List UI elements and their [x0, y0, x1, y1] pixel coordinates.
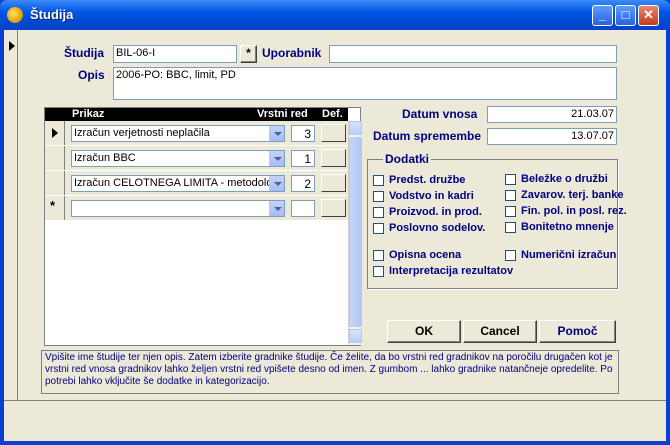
table-row: Izračun verjetnosti neplačila 3: [45, 121, 348, 146]
uporabnik-label: Uporabnik: [262, 46, 322, 60]
def-button[interactable]: [321, 149, 346, 167]
prikaz-value: Izračun CELOTNEGA LIMITA - metodologija: [74, 177, 285, 189]
cancel-button[interactable]: Cancel: [463, 320, 537, 343]
datum-vnosa-input[interactable]: 21.03.07: [487, 106, 617, 123]
prikaz-combo[interactable]: Izračun verjetnosti neplačila: [71, 125, 285, 142]
checkbox-vodstvo[interactable]: [373, 191, 384, 202]
dodatki-title: Dodatki: [383, 152, 432, 166]
checkbox-poslovno[interactable]: [373, 223, 384, 234]
chevron-down-icon[interactable]: [269, 201, 284, 216]
checkbox-label: Beležke o družbi: [521, 173, 608, 185]
dodatki-group: Dodatki Predst. družbe Vodstvo in kadri …: [367, 152, 627, 289]
checkbox-fin-pol[interactable]: [505, 206, 516, 217]
ok-button[interactable]: OK: [387, 320, 461, 343]
checkbox-proizvod[interactable]: [373, 207, 384, 218]
scroll-up-icon[interactable]: [349, 121, 362, 135]
title-bar: Študija _ □ ✕: [0, 0, 670, 30]
vrstni-red-input[interactable]: 2: [291, 175, 315, 192]
prikaz-combo[interactable]: [71, 200, 285, 217]
prikaz-combo[interactable]: Izračun BBC: [71, 150, 285, 167]
datum-spremembe-input[interactable]: 13.07.07: [487, 128, 617, 145]
record-selector[interactable]: [4, 30, 18, 400]
uporabnik-input[interactable]: [329, 45, 617, 63]
checkbox-label: Zavarov. terj. banke: [521, 189, 624, 201]
checkbox-label: Interpretacija rezultatov: [389, 265, 514, 277]
prikaz-value: Izračun BBC: [74, 152, 136, 164]
help-button[interactable]: Pomoč: [539, 320, 616, 343]
window-title: Študija: [30, 7, 74, 22]
checkbox-label: Opisna ocena: [389, 249, 462, 261]
app-icon: [7, 7, 23, 23]
chevron-down-icon[interactable]: [269, 151, 284, 166]
row-selector[interactable]: [45, 146, 65, 170]
datum-spremembe-label: Datum spremembe: [373, 129, 482, 143]
checkbox-label: Proizvod. in prod.: [389, 206, 482, 218]
header-vrstni-red: Vrstni red: [257, 108, 308, 120]
table-row: Izračun BBC 1: [45, 146, 348, 171]
scroll-thumb[interactable]: [349, 137, 362, 327]
checkbox-belezke[interactable]: [505, 174, 516, 185]
checkbox-label: Bonitetno mnenje: [521, 221, 614, 233]
form-client: Študija BIL-06-I * Uporabnik Opis 2006-P…: [4, 30, 666, 441]
studija-new-button[interactable]: *: [240, 45, 257, 63]
scroll-down-icon[interactable]: [349, 329, 362, 343]
checkbox-label: Fin. pol. in posl. rez.: [521, 205, 627, 217]
status-bar: [4, 400, 666, 441]
chevron-down-icon[interactable]: [269, 126, 284, 141]
opis-label: Opis: [78, 68, 105, 82]
table-row-new: *: [45, 196, 348, 221]
chevron-down-icon[interactable]: [269, 176, 284, 191]
checkbox-numericni[interactable]: [505, 250, 516, 261]
instructions-text: Vpišite ime študije ter njen opis. Zatem…: [41, 350, 619, 394]
subform-scrollbar[interactable]: [348, 121, 362, 345]
table-row: Izračun CELOTNEGA LIMITA - metodologija …: [45, 171, 348, 196]
opis-textarea[interactable]: 2006-PO: BBC, limit, PD: [113, 67, 617, 100]
prikaz-value: Izračun verjetnosti neplačila: [74, 127, 210, 139]
checkbox-interpretacija[interactable]: [373, 266, 384, 277]
vrstni-red-input[interactable]: 3: [291, 125, 315, 142]
subform-header: Prikaz Vrstni red Def.: [45, 108, 348, 121]
checkbox-label: Predst. družbe: [389, 174, 466, 186]
new-record-icon: *: [50, 198, 56, 213]
record-pointer-icon: [52, 128, 58, 138]
row-selector[interactable]: *: [45, 196, 65, 220]
checkbox-label: Poslovno sodelov.: [389, 222, 486, 234]
checkbox-predst-druzbe[interactable]: [373, 175, 384, 186]
checkbox-label: Numerični izračun: [521, 249, 617, 261]
window: Študija _ □ ✕ Študija BIL-06-I * Uporabn…: [0, 0, 670, 445]
header-prikaz: Prikaz: [72, 108, 105, 120]
def-button[interactable]: [321, 199, 346, 217]
studija-label: Študija: [64, 46, 105, 60]
checkbox-label: Vodstvo in kadri: [389, 190, 474, 202]
record-pointer-icon: [9, 41, 15, 51]
vrstni-red-input[interactable]: [291, 200, 315, 217]
row-selector[interactable]: [45, 121, 65, 145]
checkbox-opisna-ocena[interactable]: [373, 250, 384, 261]
checkbox-zavarov[interactable]: [505, 190, 516, 201]
gradniki-subform: Prikaz Vrstni red Def. Izračun verjetnos…: [44, 107, 362, 346]
maximize-button[interactable]: □: [615, 5, 636, 26]
studija-input[interactable]: BIL-06-I: [113, 45, 237, 63]
prikaz-combo[interactable]: Izračun CELOTNEGA LIMITA - metodologija: [71, 175, 285, 192]
row-selector[interactable]: [45, 171, 65, 195]
def-button[interactable]: [321, 124, 346, 142]
minimize-button[interactable]: _: [592, 5, 613, 26]
datum-vnosa-label: Datum vnosa: [402, 107, 478, 121]
checkbox-bonitetno[interactable]: [505, 222, 516, 233]
close-button[interactable]: ✕: [638, 5, 659, 26]
def-button[interactable]: [321, 174, 346, 192]
vrstni-red-input[interactable]: 1: [291, 150, 315, 167]
header-def: Def.: [322, 108, 343, 120]
